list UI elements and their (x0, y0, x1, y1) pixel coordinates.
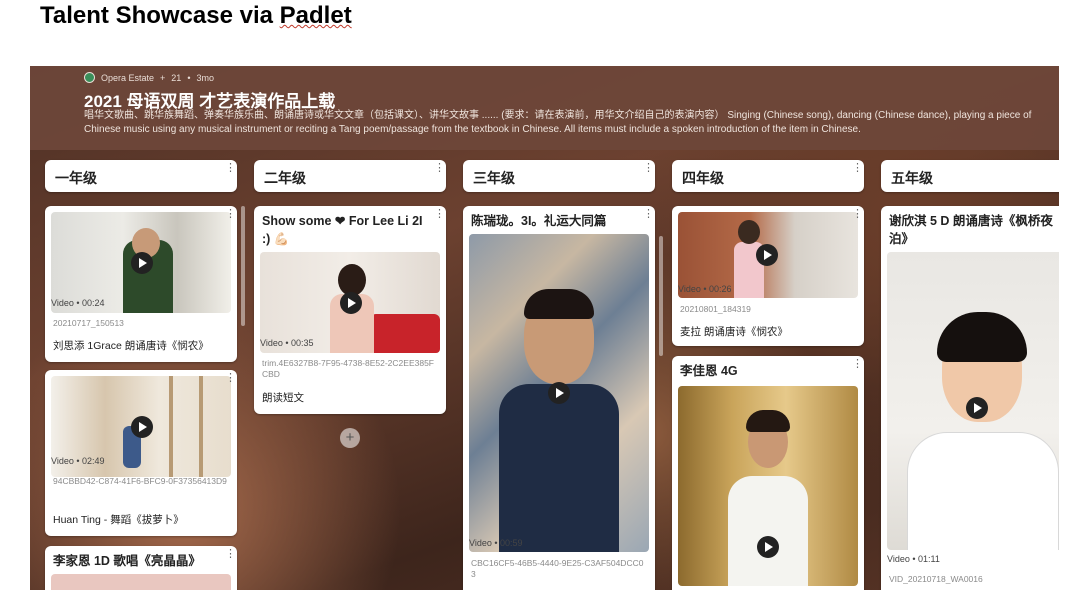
play-icon[interactable] (757, 536, 779, 558)
column-title: 二年级 (264, 170, 306, 186)
column-header[interactable]: 二年级 ⋮ (254, 160, 446, 192)
post-caption: Huan Ting - 舞蹈《拔萝卜》 (53, 514, 184, 526)
board-meta: Opera Estate + 21 • 3mo (84, 72, 214, 83)
attachment-filename: 94CBBD42-C874-41F6-BFC9-0F37356413D9 (53, 476, 227, 486)
column-scrollbar[interactable] (659, 236, 663, 356)
more-options-icon[interactable]: ⋮ (852, 209, 863, 220)
board-description: 唱华文歌曲、跳华族舞蹈、弹奏华族乐曲、朗诵唐诗或华文文章（包括课文）、讲华文故事… (84, 110, 1032, 135)
column-header[interactable]: 一年级 ⋮ (45, 160, 237, 192)
board-contributors: 21 (171, 72, 182, 83)
post-caption: 刘思添 1Grace 朗诵唐诗《悯农》 (53, 340, 209, 352)
post-title: Show some ❤ For Lee Li 2I :) 💪🏻 (262, 214, 423, 246)
more-options-icon[interactable]: ⋮ (434, 163, 445, 174)
post-card[interactable]: Video • 00:26 20210801_184319 麦拉 朗诵唐诗《悯农… (672, 206, 864, 346)
play-icon[interactable] (131, 416, 153, 438)
column-header[interactable]: 三年级 ⋮ (463, 160, 655, 192)
column-scrollbar[interactable] (241, 206, 245, 326)
separator-dot: • (187, 72, 191, 83)
board-header: Opera Estate + 21 • 3mo 2021 母语双周 才艺表演作品… (30, 66, 1059, 150)
video-meta: Video • 00:26 (678, 284, 732, 294)
video-meta: Video • 00:59 (469, 538, 523, 548)
post-card[interactable]: Video • 02:49 94CBBD42-C874-41F6-BFC9-0F… (45, 370, 237, 536)
more-options-icon[interactable]: ⋮ (852, 163, 863, 174)
column-header[interactable]: 五年级 ⋮ (881, 160, 1059, 192)
more-options-icon[interactable]: ⋮ (225, 163, 236, 174)
video-thumbnail[interactable] (678, 386, 858, 586)
column-title: 五年级 (891, 170, 933, 186)
column-title: 一年级 (55, 170, 97, 186)
play-icon[interactable] (966, 397, 988, 419)
school-logo-icon (84, 72, 95, 83)
attachment-filename: 20210801_184319 (680, 304, 751, 314)
post-card[interactable]: 李佳恩 4G ⋮ (672, 356, 864, 590)
post-title: 李佳恩 4G (680, 364, 738, 378)
board-author[interactable]: Opera Estate (101, 73, 154, 83)
column-grade-5: 五年级 ⋮ 谢欣淇 5 D 朗诵唐诗《枫桥夜泊》 Video • 01:11 V… (881, 160, 1059, 590)
column-grade-2: 二年级 ⋮ Show some ❤ For Lee Li 2I :) 💪🏻 Vi… (254, 160, 446, 448)
video-meta: Video • 00:35 (260, 338, 314, 348)
column-grade-1: 一年级 ⋮ Video • 00:24 20210717_150513 刘思添 … (45, 160, 237, 590)
post-card[interactable]: 李家恩 1D 歌唱《亮晶晶》 ⋮ (45, 546, 237, 590)
more-options-icon[interactable]: ⋮ (434, 209, 445, 220)
video-meta: Video • 00:24 (51, 298, 105, 308)
column-title: 三年级 (473, 170, 515, 186)
play-icon[interactable] (548, 382, 570, 404)
post-caption: 朗读短文 (262, 392, 304, 404)
add-post-button[interactable]: + (340, 428, 360, 448)
column-header[interactable]: 四年级 ⋮ (672, 160, 864, 192)
plus-icon: + (160, 72, 166, 83)
post-card[interactable]: 谢欣淇 5 D 朗诵唐诗《枫桥夜泊》 Video • 01:11 VID_202… (881, 206, 1059, 590)
play-icon[interactable] (340, 292, 362, 314)
post-title: 李家恩 1D 歌唱《亮晶晶》 (53, 554, 201, 568)
more-options-icon[interactable]: ⋮ (225, 373, 236, 384)
attachment-filename: VID_20210718_WA0016 (889, 574, 983, 584)
column-title: 四年级 (682, 170, 724, 186)
document-title: Talent Showcase via Padlet (40, 2, 352, 29)
post-title: 陈瑞珑。3I。礼运大同篇 (471, 214, 607, 228)
video-meta: Video • 02:49 (51, 456, 105, 466)
more-options-icon[interactable]: ⋮ (643, 163, 654, 174)
more-options-icon[interactable]: ⋮ (852, 359, 863, 370)
play-icon[interactable] (131, 252, 153, 274)
board-age: 3mo (196, 72, 214, 83)
image-thumbnail[interactable] (51, 574, 231, 590)
more-options-icon[interactable]: ⋮ (225, 549, 236, 560)
attachment-filename: 20210717_150513 (53, 318, 124, 328)
play-icon[interactable] (756, 244, 778, 266)
video-meta: Video • 01:11 (887, 554, 940, 564)
attachment-filename: trim.4E6327B8-7F95-4738-8E52-2C2EE385FCB… (262, 358, 434, 379)
more-options-icon[interactable]: ⋮ (225, 209, 236, 220)
post-card[interactable]: Video • 00:24 20210717_150513 刘思添 1Grace… (45, 206, 237, 362)
column-grade-4: 四年级 ⋮ Video • 00:26 20210801_184319 麦拉 朗… (672, 160, 864, 590)
column-grade-3: 三年级 ⋮ 陈瑞珑。3I。礼运大同篇 Video • 00:59 CBC16CF… (463, 160, 655, 590)
video-thumbnail[interactable] (887, 252, 1059, 550)
post-title: 谢欣淇 5 D 朗诵唐诗《枫桥夜泊》 (889, 214, 1053, 246)
attachment-filename: CBC16CF5-46B5-4440-9E25-C3AF504DCC03 (471, 558, 644, 579)
post-card[interactable]: Show some ❤ For Lee Li 2I :) 💪🏻 Video • … (254, 206, 446, 414)
post-caption: 麦拉 朗诵唐诗《悯农》 (680, 326, 788, 338)
video-thumbnail[interactable] (469, 234, 649, 552)
padlet-board: Opera Estate + 21 • 3mo 2021 母语双周 才艺表演作品… (30, 66, 1059, 590)
post-card[interactable]: 陈瑞珑。3I。礼运大同篇 Video • 00:59 CBC16CF5-46B5… (463, 206, 655, 590)
more-options-icon[interactable]: ⋮ (643, 209, 654, 220)
